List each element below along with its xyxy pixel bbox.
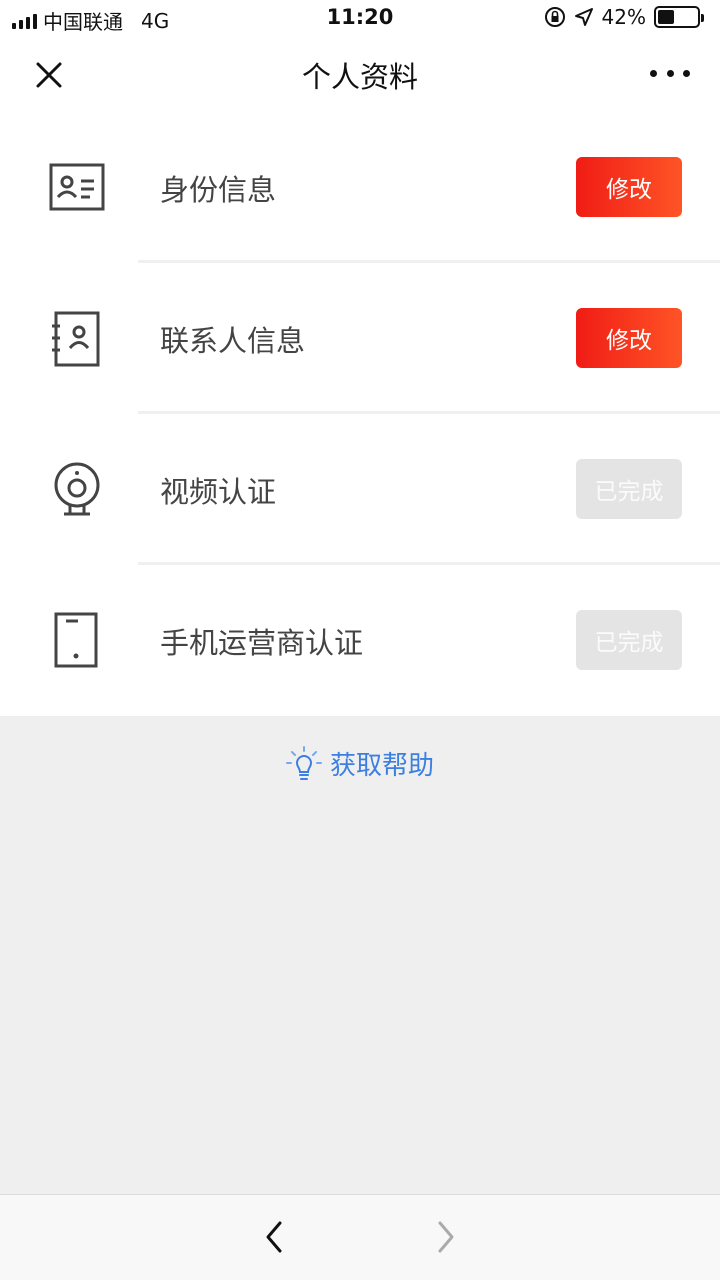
- battery-fill: [658, 10, 674, 24]
- battery-percent: 42%: [601, 5, 646, 29]
- id-card-icon: [49, 163, 105, 211]
- more-button[interactable]: [650, 58, 690, 88]
- lightbulb-icon: [285, 745, 322, 780]
- page-title: 个人资料: [301, 60, 418, 94]
- list-item-label: 身份信息: [160, 173, 277, 207]
- status-right: 42%: [544, 5, 704, 29]
- list-item-carrier[interactable]: 手机运营商认证 已完成: [0, 565, 720, 716]
- edit-identity-button[interactable]: 修改: [576, 157, 682, 217]
- status-bar: 中国联通 4G 11:20 42%: [0, 0, 720, 36]
- list-item-contacts[interactable]: 联系人信息 修改: [0, 263, 720, 414]
- video-done-button: 已完成: [576, 459, 682, 519]
- nav-bar: 个人资料: [0, 36, 720, 112]
- contact-book-icon: [52, 311, 100, 367]
- list-item-identity[interactable]: 身份信息 修改: [0, 112, 720, 263]
- list-item-video[interactable]: 视频认证 已完成: [0, 414, 720, 565]
- edit-contacts-button[interactable]: 修改: [576, 308, 682, 368]
- forward-button[interactable]: [428, 1217, 462, 1257]
- phone-icon: [54, 612, 98, 668]
- list-item-label: 手机运营商认证: [160, 626, 364, 660]
- help-link[interactable]: 获取帮助: [0, 745, 720, 782]
- webcam-icon: [54, 462, 100, 516]
- more-icon: [650, 69, 657, 77]
- location-arrow-icon: [574, 8, 593, 26]
- carrier-done-button: 已完成: [576, 610, 682, 670]
- help-label: 获取帮助: [329, 751, 434, 781]
- bottom-toolbar: [0, 1194, 720, 1280]
- profile-list: 身份信息 修改 联系人信息 修改 视频认证 已完成 手机运营商认证 已完成: [0, 112, 720, 716]
- battery-icon: [654, 6, 704, 28]
- orientation-lock-icon: [544, 7, 565, 27]
- list-item-label: 联系人信息: [160, 324, 306, 358]
- back-button[interactable]: [258, 1217, 292, 1257]
- list-item-label: 视频认证: [160, 475, 277, 509]
- chevron-left-icon: [266, 1221, 282, 1253]
- chevron-right-icon: [438, 1221, 454, 1253]
